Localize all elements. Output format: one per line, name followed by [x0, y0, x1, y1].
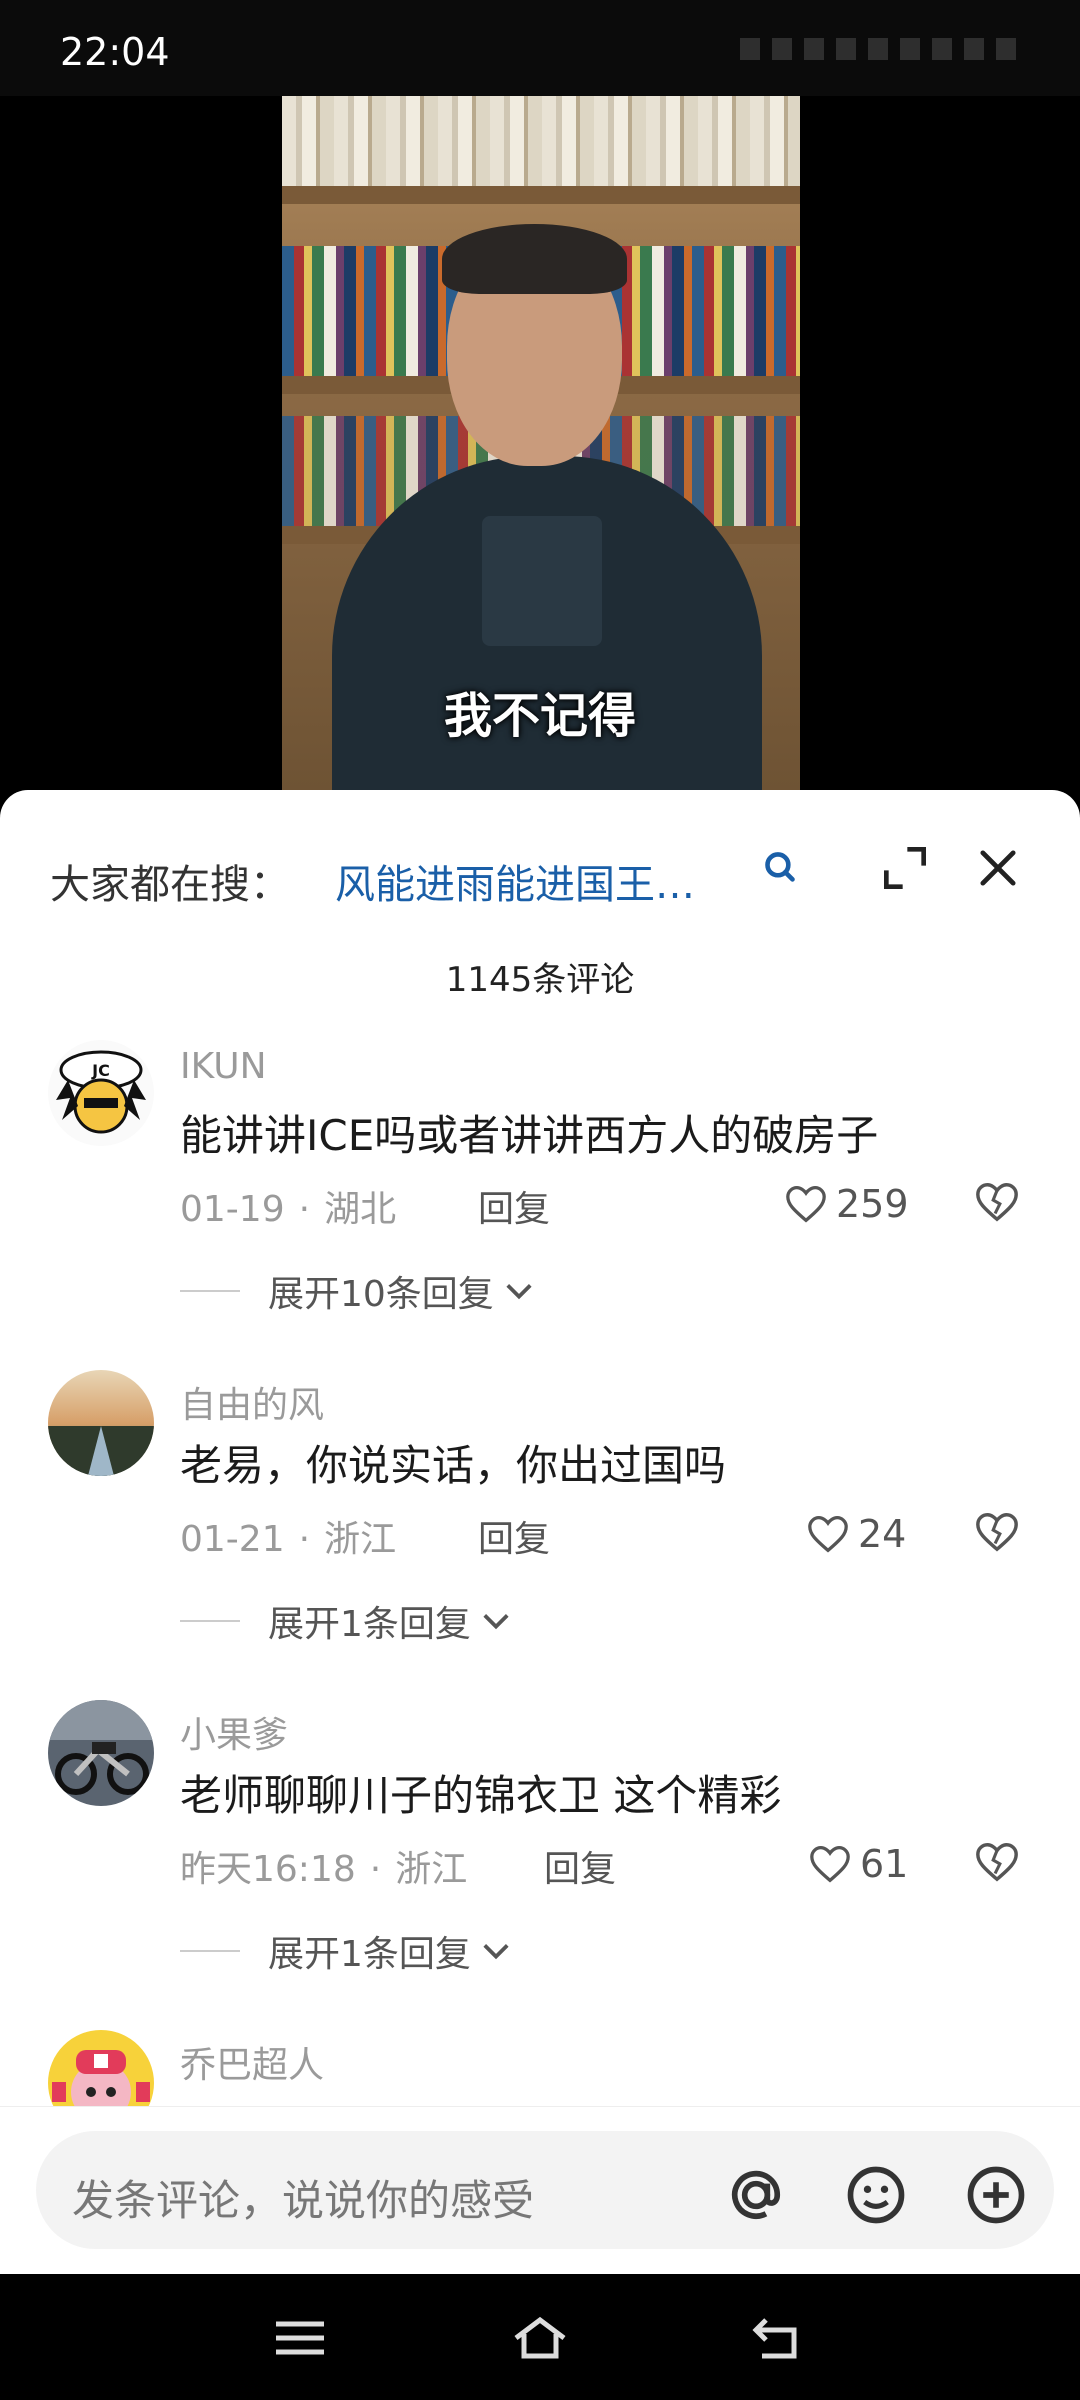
- comment-location: 浙江: [324, 1519, 397, 1560]
- video-subtitle: 我不记得: [443, 688, 636, 744]
- comment-meta: 01-19 · 湖北: [180, 1189, 397, 1230]
- dislike-icon[interactable]: [974, 1840, 1020, 1884]
- emoji-icon[interactable]: [842, 2161, 910, 2229]
- comment-input-placeholder: 发条评论，说说你的感受: [72, 2176, 535, 2225]
- comment-date: 昨天16:18: [180, 1849, 356, 1890]
- comment-meta: 01-21 · 浙江: [180, 1519, 397, 1560]
- at-icon[interactable]: [722, 2161, 790, 2229]
- expand-replies-button[interactable]: 展开1条回复: [180, 1926, 511, 1976]
- comment-date: 01-19: [180, 1189, 285, 1230]
- comment-text: 老师聊聊川子的锦衣卫 这个精彩: [180, 1771, 782, 1820]
- status-bar: 22:04: [0, 0, 1080, 96]
- expand-replies-button[interactable]: 展开10条回复: [180, 1266, 534, 1316]
- svg-text:JC: JC: [91, 1061, 110, 1080]
- status-time: 22:04: [60, 30, 170, 74]
- comment-location: 湖北: [324, 1189, 397, 1230]
- avatar[interactable]: [48, 1700, 154, 1806]
- search-suggestion-row: 大家都在搜： 风能进雨能进国王…: [50, 830, 1030, 910]
- username[interactable]: 自由的风: [180, 1376, 324, 1428]
- dislike-icon[interactable]: [974, 1510, 1020, 1554]
- menu-icon[interactable]: [270, 2314, 330, 2362]
- comment-date: 01-21: [180, 1519, 285, 1560]
- heart-icon: [786, 1185, 826, 1223]
- username[interactable]: 小果爹: [180, 1706, 288, 1758]
- plus-icon[interactable]: [962, 2161, 1030, 2229]
- username[interactable]: 乔巴超人: [180, 2036, 324, 2088]
- comment-item: JC IKUN 能讲讲ICE吗或者讲讲西方人的破房子 01-19 · 湖北 回复 2…: [0, 1040, 1080, 1370]
- dislike-icon[interactable]: [974, 1180, 1020, 1224]
- chevron-down-icon: [506, 1284, 532, 1300]
- comment-input-bar: 发条评论，说说你的感受: [0, 2106, 1080, 2275]
- chevron-down-icon: [483, 1614, 509, 1630]
- search-icon[interactable]: [755, 844, 805, 894]
- close-icon[interactable]: [972, 842, 1024, 894]
- like-count: 259: [836, 1182, 909, 1226]
- search-label: 大家都在搜：: [50, 862, 290, 908]
- comment-count: 1145条评论: [445, 960, 635, 1000]
- username[interactable]: IKUN: [180, 1046, 267, 1087]
- expand-replies-label: 展开10条回复: [268, 1274, 494, 1315]
- like-count: 24: [858, 1512, 907, 1556]
- system-nav-bar: [0, 2274, 1080, 2400]
- expand-replies-label: 展开1条回复: [268, 1604, 471, 1645]
- expand-icon[interactable]: [877, 840, 933, 896]
- heart-icon: [808, 1515, 848, 1553]
- like-button[interactable]: 24: [806, 1510, 906, 1558]
- heart-icon: [810, 1845, 850, 1883]
- comment-text: 能讲讲ICE吗或者讲讲西方人的破房子: [180, 1111, 879, 1160]
- reply-button[interactable]: 回复: [478, 1180, 550, 1232]
- back-icon[interactable]: [750, 2314, 810, 2362]
- chevron-down-icon: [483, 1944, 509, 1960]
- comment-input[interactable]: 发条评论，说说你的感受: [36, 2131, 1054, 2249]
- comment-sheet: 大家都在搜： 风能进雨能进国王… 1145条评论 JC IKUN 能讲讲ICE吗…: [0, 790, 1080, 2274]
- status-icons: [740, 38, 1020, 60]
- like-button[interactable]: 61: [808, 1840, 908, 1888]
- like-count: 61: [860, 1842, 909, 1886]
- avatar[interactable]: JC: [48, 1040, 154, 1146]
- comment-item: 小果爹 老师聊聊川子的锦衣卫 这个精彩 昨天16:18 · 浙江 回复 61 展开1…: [0, 1700, 1080, 2030]
- avatar[interactable]: [48, 1370, 154, 1476]
- search-suggestion-link[interactable]: 风能进雨能进国王…: [335, 852, 695, 910]
- comment-meta: 昨天16:18 · 浙江: [180, 1849, 468, 1890]
- reply-button[interactable]: 回复: [478, 1510, 550, 1562]
- expand-replies-button[interactable]: 展开1条回复: [180, 1596, 511, 1646]
- reply-button[interactable]: 回复: [544, 1840, 616, 1892]
- comment-location: 浙江: [395, 1849, 468, 1890]
- comment-item: 自由的风 老易，你说实话，你出过国吗 01-21 · 浙江 回复 24 展开1条回复: [0, 1370, 1080, 1700]
- expand-replies-label: 展开1条回复: [268, 1934, 471, 1975]
- home-icon[interactable]: [510, 2314, 570, 2362]
- like-button[interactable]: 259: [784, 1180, 909, 1228]
- comment-text: 老易，你说实话，你出过国吗: [180, 1441, 727, 1490]
